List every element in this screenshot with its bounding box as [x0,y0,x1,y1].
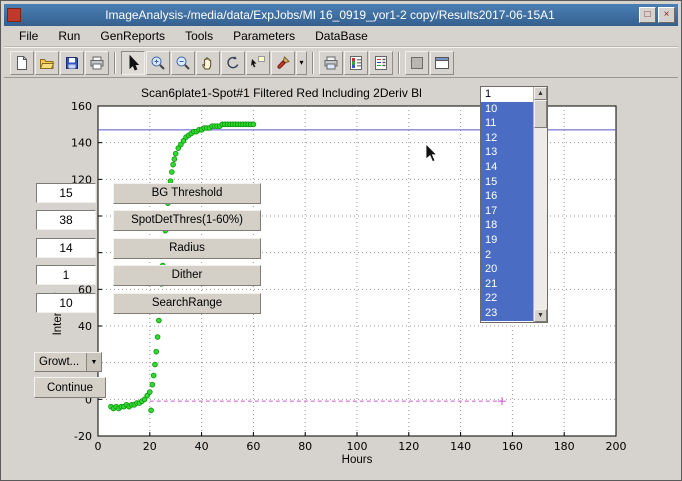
growth-chart: 020406080100120140160180200-200204060801… [1,79,682,481]
close-button[interactable]: × [658,7,675,23]
spot-list-item[interactable]: 14 [481,160,533,175]
svg-text:160: 160 [502,440,523,453]
spot-list-item[interactable]: 21 [481,277,533,292]
new-document-icon[interactable] [10,51,34,75]
toolbar-separator [312,52,314,74]
menu-genreports[interactable]: GenReports [91,27,174,45]
x-axis-label: Hours [98,454,616,466]
y-axis-label: Intensity [52,274,66,354]
figure-area: 020406080100120140160180200-200204060801… [1,79,681,480]
menu-tools[interactable]: Tools [176,27,222,45]
menu-database[interactable]: DataBase [306,27,377,45]
spot-list-items: 110111213141516171819220212223 [481,87,533,322]
svg-text:140: 140 [71,137,92,150]
svg-text:100: 100 [347,440,368,453]
brush-dropdown-arrow-icon[interactable]: ▾ [296,51,307,75]
svg-text:40: 40 [78,320,92,333]
insert-legend-icon[interactable] [369,51,393,75]
svg-text:80: 80 [298,440,312,453]
insert-colorbar-icon[interactable] [344,51,368,75]
rotate-3d-icon[interactable] [221,51,245,75]
toolbar: ▾ [4,47,678,78]
spot-list-item[interactable]: 11 [481,116,533,131]
dither-label[interactable]: Dither [113,265,261,286]
toolbar-separator [114,52,116,74]
svg-text:120: 120 [398,440,419,453]
window-title: ImageAnalysis-/media/data/ExpJobs/MI 16_… [25,8,635,22]
spot-list-item[interactable]: 18 [481,218,533,233]
zoom-in-icon[interactable] [146,51,170,75]
spot-list-item[interactable]: 12 [481,131,533,146]
spot-list-item[interactable]: 20 [481,262,533,277]
radius-input[interactable] [36,238,96,258]
radius-label[interactable]: Radius [113,238,261,259]
pan-hand-icon[interactable] [196,51,220,75]
scroll-down-icon[interactable]: ▼ [534,309,547,322]
app-window: ImageAnalysis-/media/data/ExpJobs/MI 16_… [0,0,682,481]
svg-text:0: 0 [95,440,102,453]
continue-button[interactable]: Continue [34,377,106,398]
spotdetthres-label[interactable]: SpotDetThres(1-60%) [113,210,261,231]
svg-text:140: 140 [450,440,471,453]
maximize-button[interactable]: □ [639,7,656,23]
spot-list-item[interactable]: 1 [481,87,533,102]
window-controls: □ × [639,7,675,23]
svg-text:200: 200 [606,440,627,453]
spot-list[interactable]: 110111213141516171819220212223 ▲ ▼ [480,86,548,323]
spotdetthres-input[interactable] [36,210,96,230]
open-folder-icon[interactable] [35,51,59,75]
growth-popup[interactable]: Growt... ▼ [34,352,102,372]
save-icon[interactable] [60,51,84,75]
spot-list-item[interactable]: 10 [481,102,533,117]
app-icon [7,8,21,22]
spot-list-item[interactable]: 23 [481,306,533,321]
chevron-down-icon[interactable]: ▼ [86,353,101,371]
spot-list-item[interactable]: 13 [481,145,533,160]
spot-list-item[interactable]: 16 [481,189,533,204]
zoom-out-icon[interactable] [171,51,195,75]
spot-list-item[interactable]: 22 [481,291,533,306]
growth-popup-label: Growt... [39,356,79,368]
select-cursor-icon[interactable] [121,51,145,75]
toolbar-separator [398,52,400,74]
spot-list-item[interactable]: 19 [481,233,533,248]
spot-list-item[interactable]: 15 [481,175,533,190]
spot-list-scrollbar[interactable]: ▲ ▼ [533,87,547,322]
svg-text:-20: -20 [74,430,92,443]
svg-text:160: 160 [71,100,92,113]
bg-threshold-input[interactable] [36,183,96,203]
menubar: File Run GenReports Tools Parameters Dat… [4,26,678,47]
mouse-cursor [425,143,443,167]
print-figure-icon[interactable] [319,51,343,75]
menu-file[interactable]: File [10,27,47,45]
scrollbar-thumb[interactable] [534,100,547,128]
menu-parameters[interactable]: Parameters [224,27,304,45]
searchrange-label[interactable]: SearchRange [113,293,261,314]
titlebar[interactable]: ImageAnalysis-/media/data/ExpJobs/MI 16_… [4,4,678,26]
menu-run[interactable]: Run [49,27,89,45]
scroll-up-icon[interactable]: ▲ [534,87,547,100]
brush-icon[interactable] [271,51,295,75]
bg-threshold-label[interactable]: BG Threshold [113,183,261,204]
spot-list-item[interactable]: 2 [481,248,533,263]
plain-square-icon[interactable] [405,51,429,75]
print-icon[interactable] [85,51,109,75]
dither-input[interactable] [36,265,96,285]
svg-text:20: 20 [143,440,157,453]
spot-list-item[interactable]: 17 [481,204,533,219]
svg-text:60: 60 [246,440,260,453]
svg-text:40: 40 [195,440,209,453]
svg-text:180: 180 [554,440,575,453]
data-cursor-icon[interactable] [246,51,270,75]
window-tiles-icon[interactable] [430,51,454,75]
searchrange-input[interactable] [36,293,96,313]
